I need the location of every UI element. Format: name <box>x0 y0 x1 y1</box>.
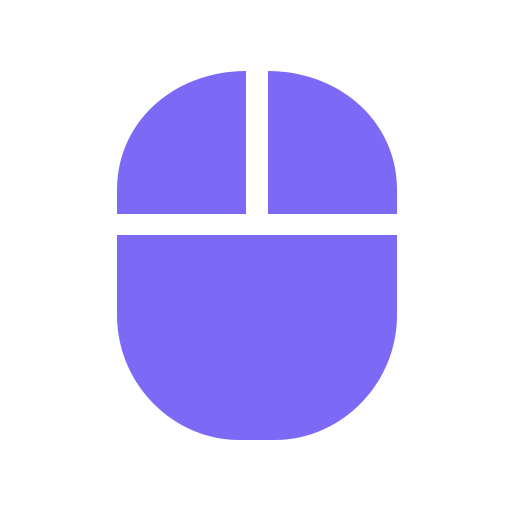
mouse-icon <box>117 71 397 440</box>
left-button-shape <box>117 71 246 214</box>
right-button-shape <box>268 71 397 214</box>
icon-canvas <box>0 0 512 512</box>
mouse-body-shape <box>117 235 397 440</box>
